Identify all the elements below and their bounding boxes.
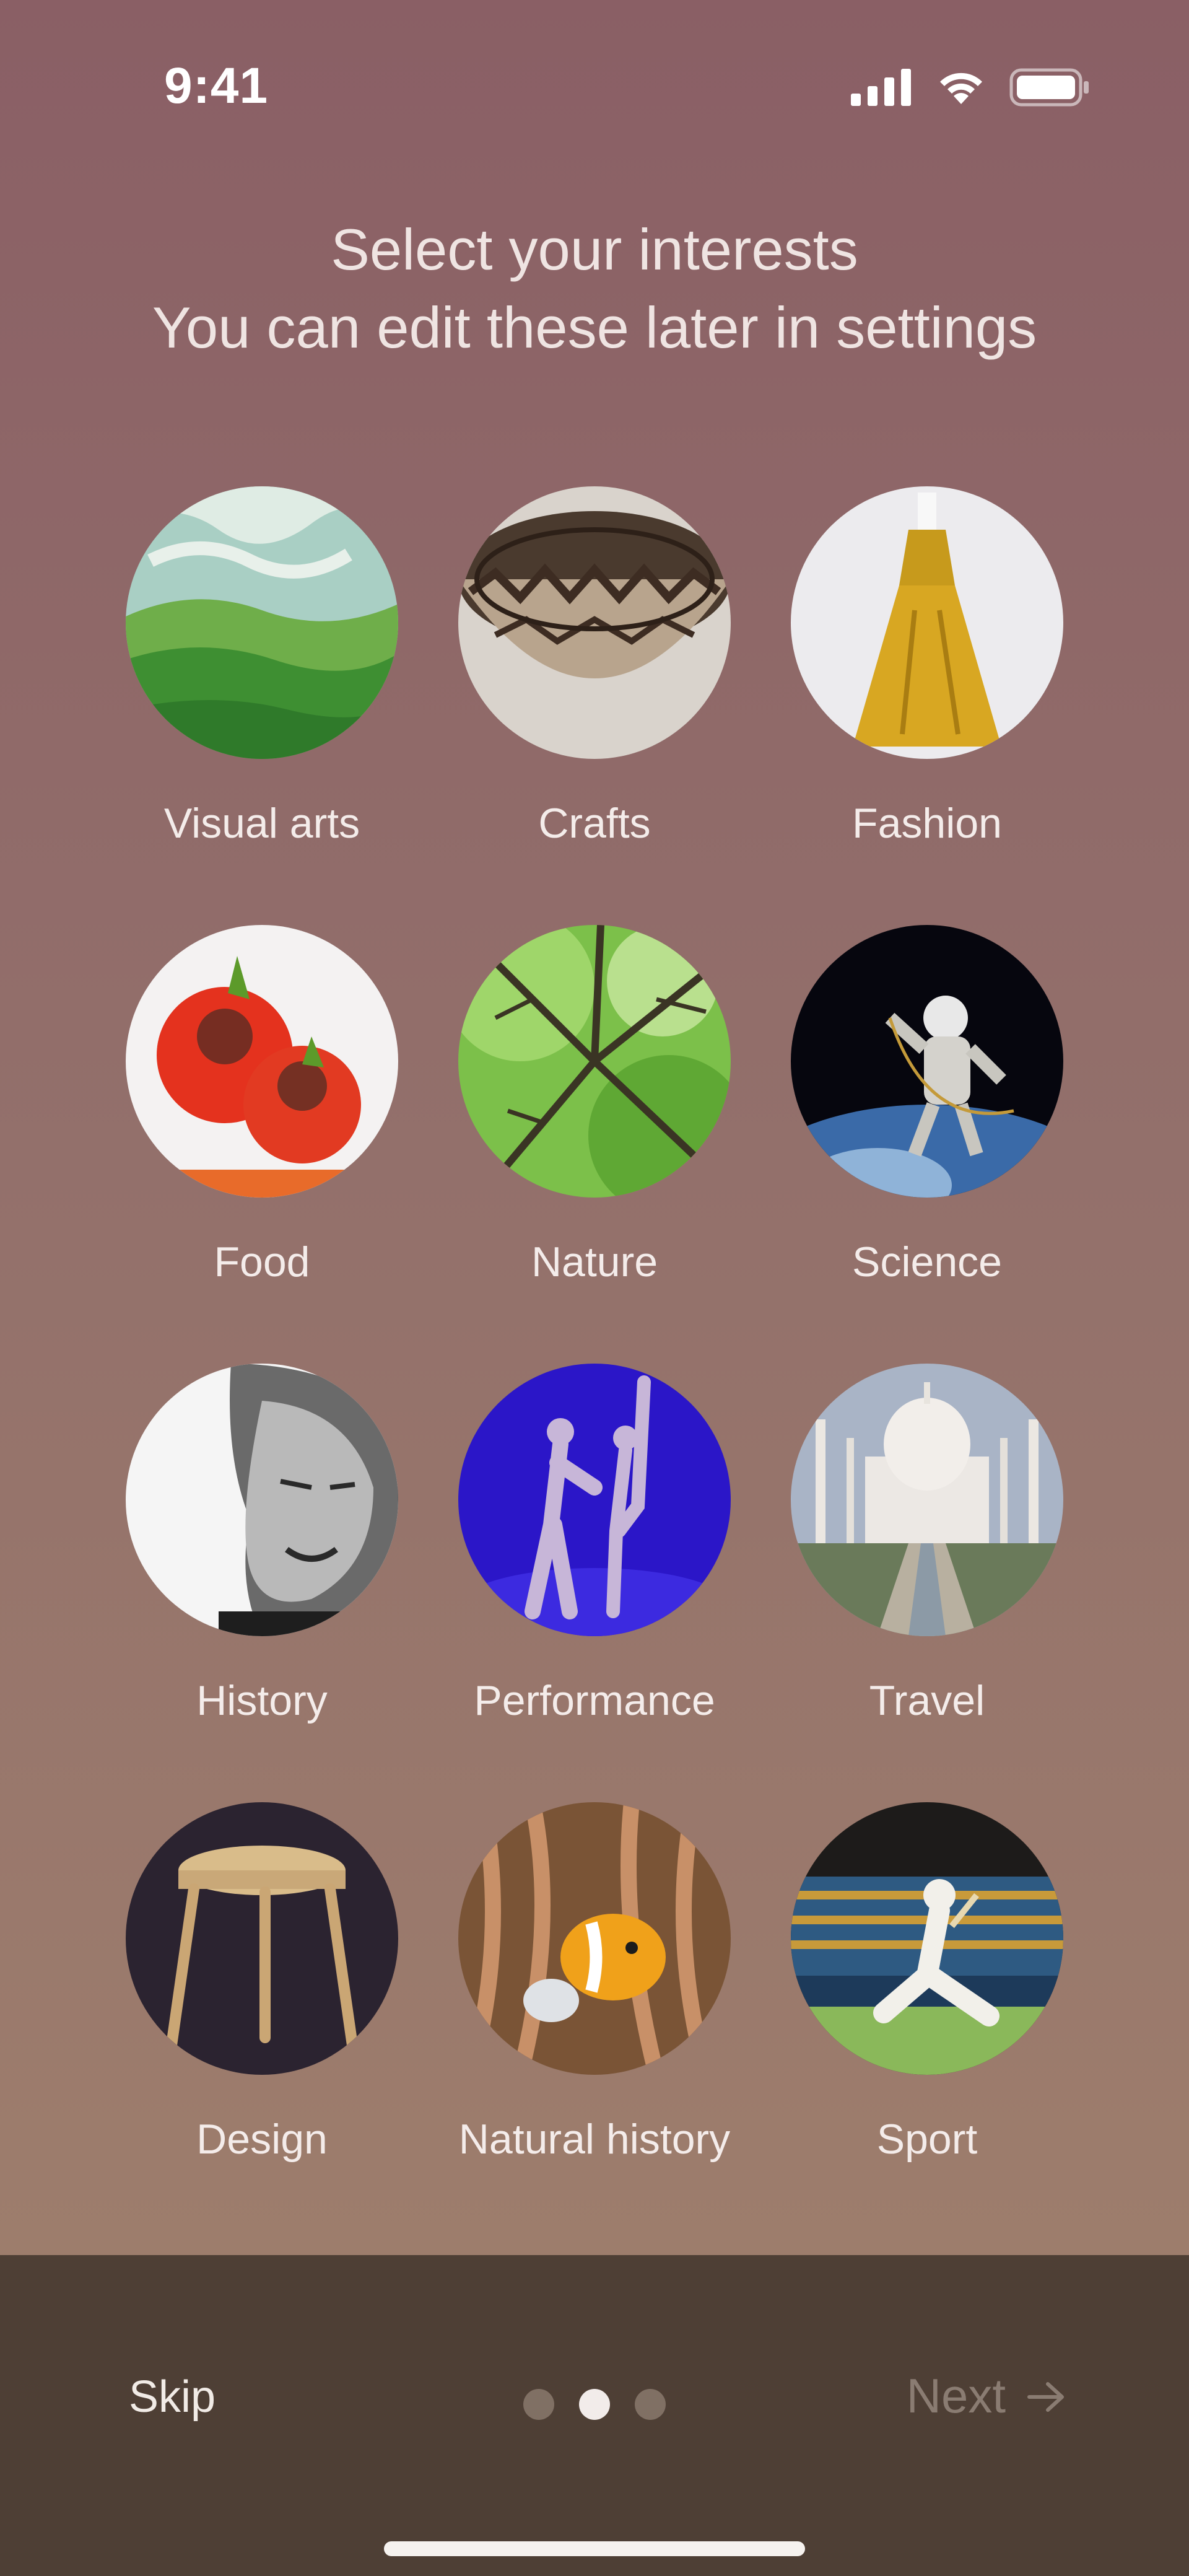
- page-dot-3: [635, 2389, 666, 2420]
- natural-history-image: [458, 1802, 731, 2075]
- interest-label: Natural history: [458, 2116, 731, 2163]
- interest-label: Nature: [531, 1238, 658, 1286]
- next-label: Next: [906, 2368, 1006, 2423]
- interest-label: Crafts: [538, 800, 651, 847]
- next-button[interactable]: Next: [907, 2368, 1065, 2424]
- performance-image: [458, 1364, 731, 1636]
- nature-image: [458, 925, 731, 1198]
- wifi-icon: [935, 68, 987, 110]
- interest-travel[interactable]: Travel: [761, 1364, 1093, 1766]
- interest-label: Visual arts: [163, 800, 360, 847]
- home-indicator[interactable]: [384, 2541, 805, 2556]
- page-dot-1: [523, 2389, 554, 2420]
- design-image: [126, 1802, 398, 2075]
- interest-label: History: [196, 1677, 328, 1724]
- interest-label: Design: [196, 2116, 328, 2163]
- status-time: 9:41: [164, 58, 269, 114]
- interest-history[interactable]: History: [96, 1364, 428, 1766]
- visual-arts-image: [126, 486, 398, 759]
- crafts-image: [458, 486, 731, 759]
- interest-science[interactable]: Science: [761, 925, 1093, 1328]
- interest-fashion[interactable]: Fashion: [761, 486, 1093, 889]
- travel-image: [791, 1364, 1063, 1636]
- food-image: [126, 925, 398, 1198]
- cellular-signal-icon: [851, 69, 913, 109]
- skip-button[interactable]: Skip: [129, 2372, 216, 2422]
- page-title: Select your interests: [331, 217, 858, 282]
- interest-label: Food: [214, 1238, 310, 1286]
- status-bar: 9:41: [0, 0, 1189, 186]
- interest-food[interactable]: Food: [96, 925, 428, 1328]
- interest-natural-history[interactable]: Natural history: [429, 1802, 760, 2205]
- history-image: [126, 1364, 398, 1636]
- interest-label: Sport: [876, 2116, 978, 2163]
- arrow-right-icon: [1027, 2368, 1065, 2424]
- status-icons: [851, 68, 1090, 110]
- interest-performance[interactable]: Performance: [429, 1364, 760, 1766]
- interest-label: Performance: [474, 1677, 715, 1724]
- page-dot-2-active: [579, 2389, 610, 2420]
- interest-label: Science: [852, 1238, 1002, 1286]
- interest-design[interactable]: Design: [96, 1802, 428, 2205]
- page-indicator: [523, 2389, 666, 2420]
- interest-nature[interactable]: Nature: [429, 925, 760, 1328]
- onboarding-footer: Skip Next: [0, 2255, 1189, 2576]
- interest-visual-arts[interactable]: Visual arts: [96, 486, 428, 889]
- interest-label: Fashion: [852, 800, 1002, 847]
- onboarding-header: Select your interests You can edit these…: [0, 211, 1189, 367]
- sport-image: [791, 1802, 1063, 2075]
- battery-icon: [1009, 68, 1090, 110]
- science-image: [791, 925, 1063, 1198]
- page-subtitle: You can edit these later in settings: [152, 295, 1037, 360]
- fashion-image: [791, 486, 1063, 759]
- interest-label: Travel: [869, 1677, 985, 1724]
- interest-crafts[interactable]: Crafts: [429, 486, 760, 889]
- interest-sport[interactable]: Sport: [761, 1802, 1093, 2205]
